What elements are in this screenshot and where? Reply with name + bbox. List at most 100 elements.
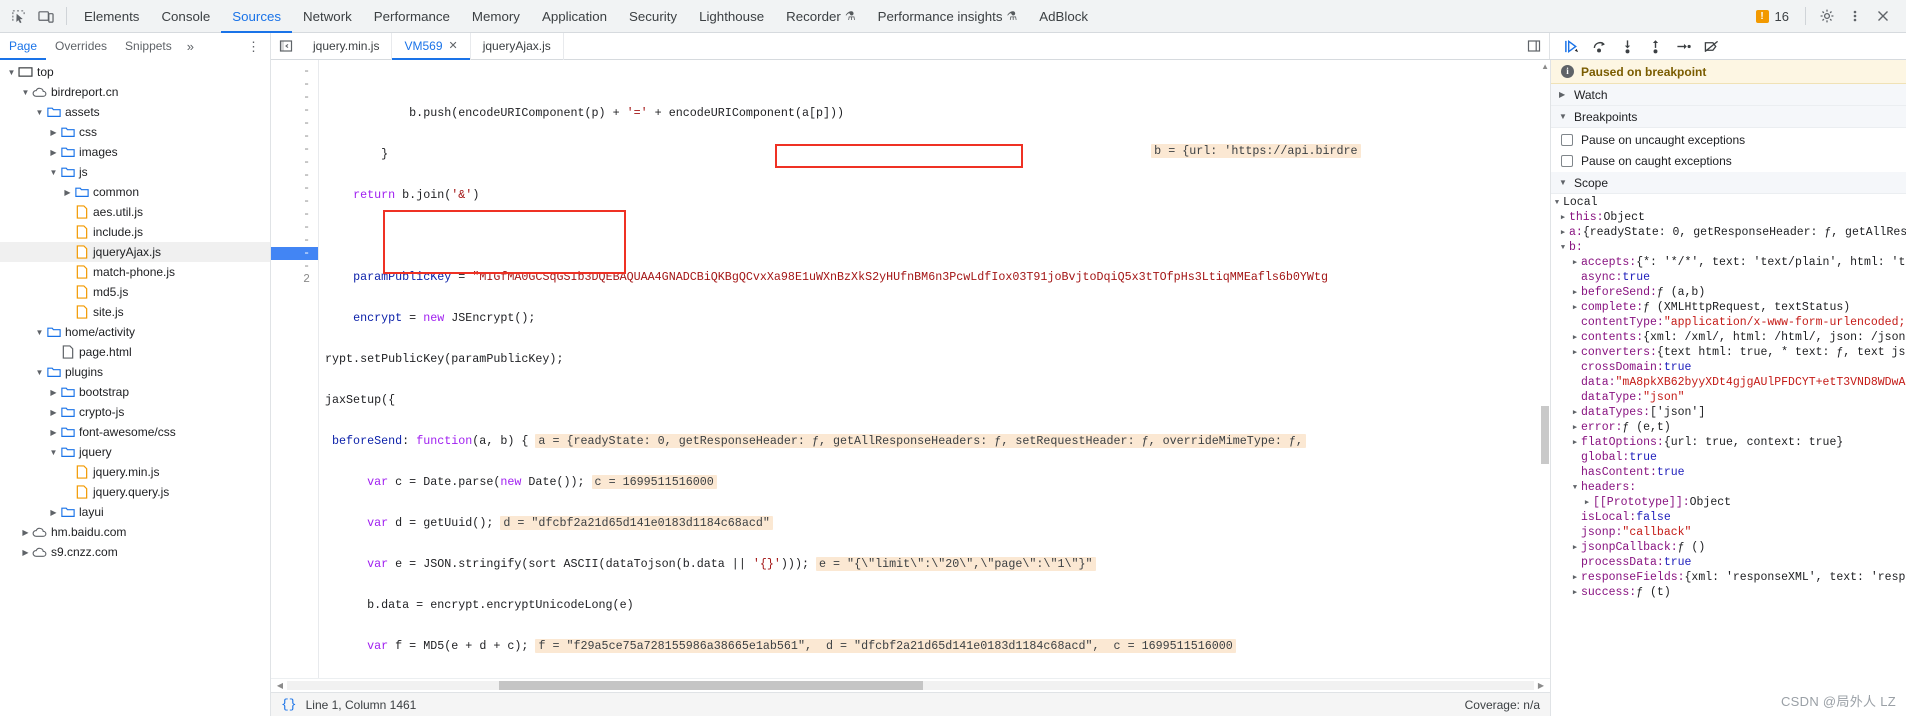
step-button[interactable] <box>1670 34 1696 58</box>
hscroll-thumb[interactable] <box>498 681 923 690</box>
hscroll-track[interactable] <box>287 681 1534 690</box>
scope-entry-accepts[interactable]: ▶ accepts: {*: '*/*', text: 'text/plain',… <box>1551 255 1906 270</box>
checkbox[interactable] <box>1561 133 1573 146</box>
tab-memory[interactable]: Memory <box>461 0 531 33</box>
scroll-left-icon[interactable]: ◀ <box>273 681 287 690</box>
tree-item-jquery-query-js[interactable]: ▶jquery.query.js <box>0 482 270 502</box>
chevron-right-icon[interactable]: ▶ <box>1581 498 1593 507</box>
chevron-down-icon[interactable]: ▼ <box>20 88 31 97</box>
scroll-up-icon[interactable]: ▲ <box>1541 62 1549 71</box>
scope-entry-data[interactable]: data: "mA8pkXB62byyXDt4gjgAUlPFDCYT+etT3… <box>1551 375 1906 390</box>
chevron-down-icon[interactable]: ▼ <box>48 448 59 457</box>
tree-item-images[interactable]: ▶ images <box>0 142 270 162</box>
scope-entry-datatype[interactable]: dataType: "json" <box>1551 390 1906 405</box>
scope-entry-complete[interactable]: ▶ complete: ƒ (XMLHttpRequest, textStatus… <box>1551 300 1906 315</box>
tree-item-css[interactable]: ▶ css <box>0 122 270 142</box>
tree-item-site-js[interactable]: ▶site.js <box>0 302 270 322</box>
warnings-badge[interactable]: ! 16 <box>1748 9 1797 24</box>
chevron-right-icon[interactable]: ▶ <box>48 388 59 397</box>
tree-item-jquery[interactable]: ▼ jquery <box>0 442 270 462</box>
tree-item-layui[interactable]: ▶ layui <box>0 502 270 522</box>
close-icon[interactable] <box>1870 3 1896 29</box>
tab-elements[interactable]: Elements <box>73 0 150 33</box>
navigator-more-options-icon[interactable]: ⋮ <box>237 39 270 55</box>
scope-entry-global[interactable]: global: true <box>1551 450 1906 465</box>
scope-entry-jsonp[interactable]: jsonp: "callback" <box>1551 525 1906 540</box>
line-number[interactable]: 2 <box>271 273 318 286</box>
scope-entry-datatypes[interactable]: ▶ dataTypes: ['json'] <box>1551 405 1906 420</box>
file-navigator-tree[interactable]: ▼ top ▼ birdreport.cn ▼ assets ▶ css ▶ images ▼ js ▶… <box>0 60 271 716</box>
tree-item-md5-js[interactable]: ▶md5.js <box>0 282 270 302</box>
chevron-right-icon[interactable]: ▶ <box>20 548 31 557</box>
editor-horizontal-scrollbar[interactable]: ◀ ▶ <box>271 678 1550 692</box>
tree-item-jqueryajax-js[interactable]: ▶jqueryAjax.js <box>0 242 270 262</box>
tab-performance-insights[interactable]: Performance insights ⚗ <box>867 0 1029 33</box>
scope-entry-error[interactable]: ▶ error: ƒ (e,t) <box>1551 420 1906 435</box>
inspect-cursor-icon[interactable] <box>4 3 32 29</box>
chevron-right-icon[interactable]: ▶ <box>1569 588 1581 597</box>
chevron-right-icon[interactable]: ▶ <box>48 428 59 437</box>
scope-entry-headers[interactable]: ▼ headers: <box>1551 480 1906 495</box>
scope-entry-async[interactable]: async: true <box>1551 270 1906 285</box>
tree-item-s9-cnzz-com[interactable]: ▶ s9.cnzz.com <box>0 542 270 562</box>
tab-console[interactable]: Console <box>150 0 221 33</box>
line-number[interactable]: - <box>271 234 318 247</box>
chevron-right-icon[interactable]: ▶ <box>48 128 59 137</box>
line-number[interactable]: - <box>271 208 318 221</box>
code-viewport[interactable]: ----------------2 b.push(encodeURICompon… <box>271 60 1550 678</box>
resume-script-execution-button[interactable] <box>1558 34 1584 58</box>
chevron-right-icon[interactable]: ▶ <box>1557 213 1569 222</box>
chevron-right-icon[interactable]: ▶ <box>1569 423 1581 432</box>
line-number[interactable]: - <box>271 78 318 91</box>
editor-tab-vm569[interactable]: VM569 ✕ <box>392 32 471 60</box>
scope-entry-processdata[interactable]: processData: true <box>1551 555 1906 570</box>
line-number[interactable]: - <box>271 65 318 78</box>
tree-item-home-activity[interactable]: ▼ home/activity <box>0 322 270 342</box>
scope-entry-success[interactable]: ▶ success: ƒ (t) <box>1551 585 1906 600</box>
section-header-breakpoints[interactable]: ▼ Breakpoints <box>1551 106 1906 128</box>
pretty-print-icon[interactable]: {} <box>281 697 297 712</box>
tree-item-assets[interactable]: ▼ assets <box>0 102 270 122</box>
code-content[interactable]: b.push(encodeURIComponent(p) + '=' + enc… <box>319 60 1550 678</box>
scope-entry-a[interactable]: ▶ a: {readyState: 0, getResponseHeader: ƒ… <box>1551 225 1906 240</box>
device-toolbar-icon[interactable] <box>32 3 60 29</box>
line-number[interactable]: - <box>271 260 318 273</box>
chevron-right-icon[interactable]: ▶ <box>1569 438 1581 447</box>
more-vertical-icon[interactable] <box>1842 3 1868 29</box>
line-number[interactable]: - <box>271 156 318 169</box>
tree-item-page-html[interactable]: ▶page.html <box>0 342 270 362</box>
subtab-page[interactable]: Page <box>0 33 46 60</box>
chevron-down-icon[interactable]: ▼ <box>34 328 45 337</box>
chevron-down-icon[interactable]: ▼ <box>1557 244 1569 252</box>
close-icon[interactable]: ✕ <box>449 33 458 60</box>
chevron-down-icon[interactable]: ▼ <box>34 108 45 117</box>
tab-application[interactable]: Application <box>531 0 618 33</box>
scope-entry-contenttype[interactable]: contentType: "application/x-www-form-url… <box>1551 315 1906 330</box>
subtab-overrides[interactable]: Overrides <box>46 33 116 60</box>
scope-entry-contents[interactable]: ▶ contents: {xml: /xml/, html: /html/, js… <box>1551 330 1906 345</box>
step-out-of-current-function-button[interactable] <box>1642 34 1668 58</box>
line-number[interactable]: - <box>271 182 318 195</box>
scope-entry-b[interactable]: ▼ b: <box>1551 240 1906 255</box>
subtab-snippets[interactable]: Snippets <box>116 33 181 60</box>
step-over-next-function-call-button[interactable] <box>1586 34 1612 58</box>
tree-item-aes-util-js[interactable]: ▶aes.util.js <box>0 202 270 222</box>
chevron-right-icon[interactable]: ▶ <box>62 188 73 197</box>
editor-panel-icon[interactable] <box>1527 39 1549 53</box>
chevron-right-icon[interactable]: ▶ <box>1569 408 1581 417</box>
scope-entry-converters[interactable]: ▶ converters: {text html: true, * text: ƒ… <box>1551 345 1906 360</box>
tree-item-jquery-min-js[interactable]: ▶jquery.min.js <box>0 462 270 482</box>
scope-entry-flatoptions[interactable]: ▶ flatOptions: {url: true, context: true} <box>1551 435 1906 450</box>
line-number[interactable]: - <box>271 195 318 208</box>
chevron-right-icon[interactable]: ▶ <box>1569 303 1581 312</box>
scope-entry-this[interactable]: ▶ this: Object <box>1551 210 1906 225</box>
chevron-right-icon[interactable]: ▶ <box>1569 348 1581 357</box>
line-number[interactable]: - <box>271 169 318 182</box>
line-number[interactable]: - <box>271 91 318 104</box>
scope-local-header[interactable]: ▼ Local <box>1551 195 1906 210</box>
tab-adblock[interactable]: AdBlock <box>1028 0 1099 33</box>
tree-item-common[interactable]: ▶ common <box>0 182 270 202</box>
chevron-right-icon[interactable]: ▶ <box>48 508 59 517</box>
tab-sources[interactable]: Sources <box>221 0 292 33</box>
section-header-watch[interactable]: ▶ Watch <box>1551 84 1906 106</box>
